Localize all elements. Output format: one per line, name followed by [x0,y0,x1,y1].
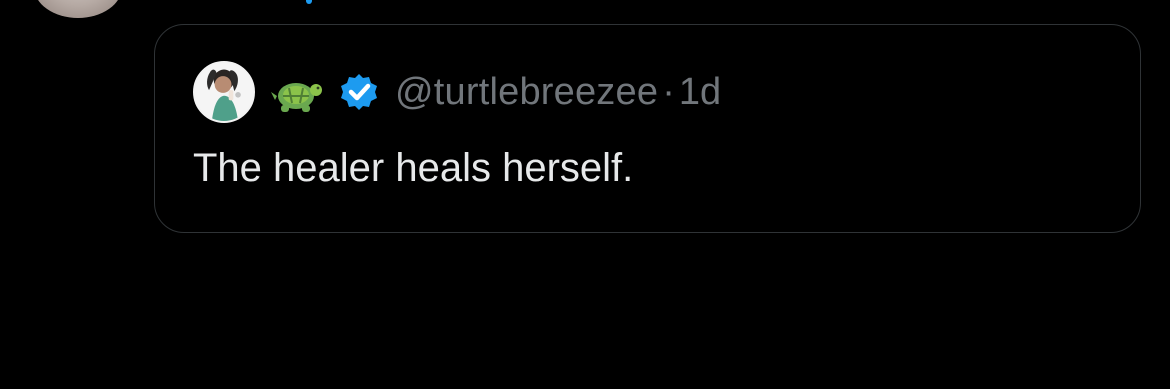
verified-badge-icon [341,74,377,110]
top-partial-blue-mark [306,0,312,4]
tweet-timestamp[interactable]: 1d [679,73,721,111]
quoted-user-handle[interactable]: @turtlebreezee [395,73,658,111]
turtle-emoji-icon [271,83,322,112]
quoted-tweet-card[interactable]: @turtlebreezee · 1d The healer heals her… [154,24,1141,233]
avatar-illustration [195,63,253,121]
top-user-avatar[interactable] [34,0,122,18]
metadata-separator: · [662,71,675,113]
quoted-user-avatar[interactable] [193,61,255,123]
quoted-tweet-text: The healer heals herself. [193,146,634,190]
quoted-tweet-header: @turtlebreezee · 1d [193,61,721,123]
